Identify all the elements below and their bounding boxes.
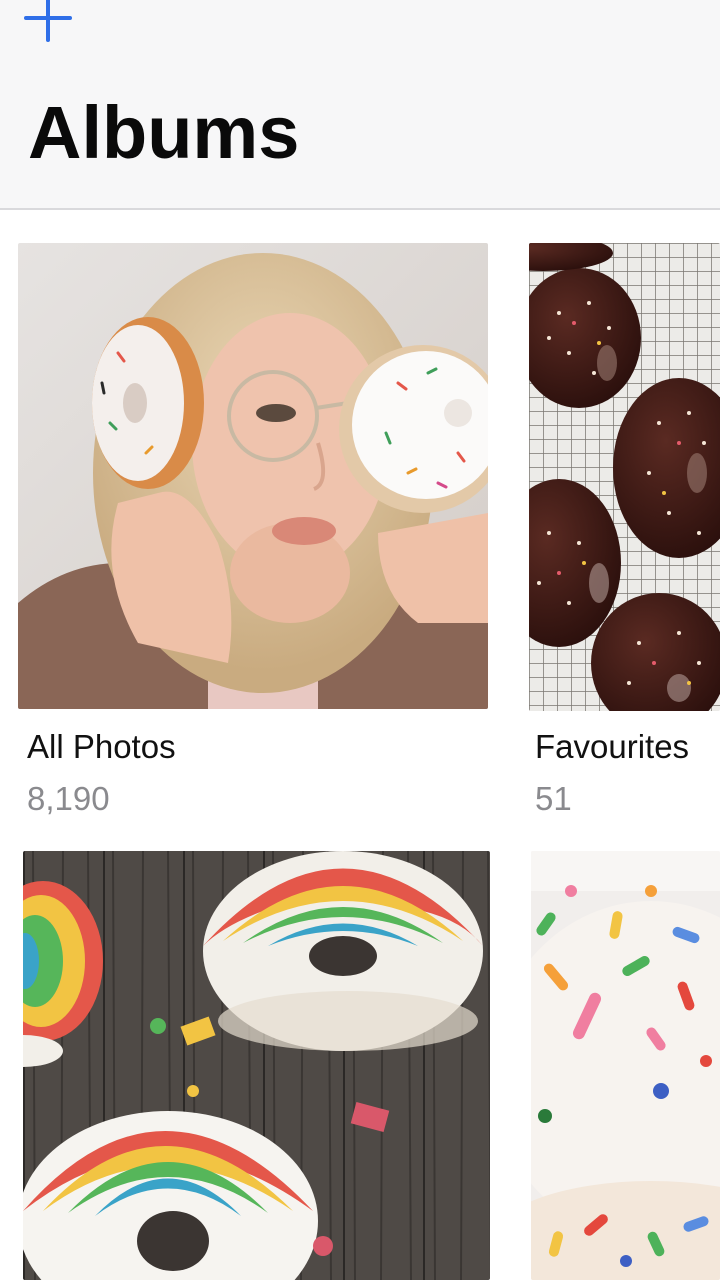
album-count: 8,190 <box>27 780 110 817</box>
sprinkle-donut-image <box>531 851 720 1280</box>
album-thumbnail <box>529 243 720 711</box>
plus-icon <box>24 0 72 42</box>
album-thumbnail <box>23 851 490 1280</box>
albums-header: Albums <box>0 0 720 210</box>
album-name: Favourites <box>535 728 690 765</box>
rainbow-donuts-image <box>23 851 490 1280</box>
chocolate-donuts-image <box>529 243 720 711</box>
woman-donuts-image <box>18 243 488 709</box>
add-album-button[interactable] <box>22 0 74 44</box>
album-thumbnail <box>531 851 720 1280</box>
album-thumbnail <box>18 243 488 709</box>
photos-albums-screen: Albums All Photos 8,190 Favourites 51 <box>0 0 720 1280</box>
album-count: 51 <box>535 780 572 817</box>
page-title: Albums <box>28 91 300 174</box>
album-name: All Photos <box>27 728 176 765</box>
